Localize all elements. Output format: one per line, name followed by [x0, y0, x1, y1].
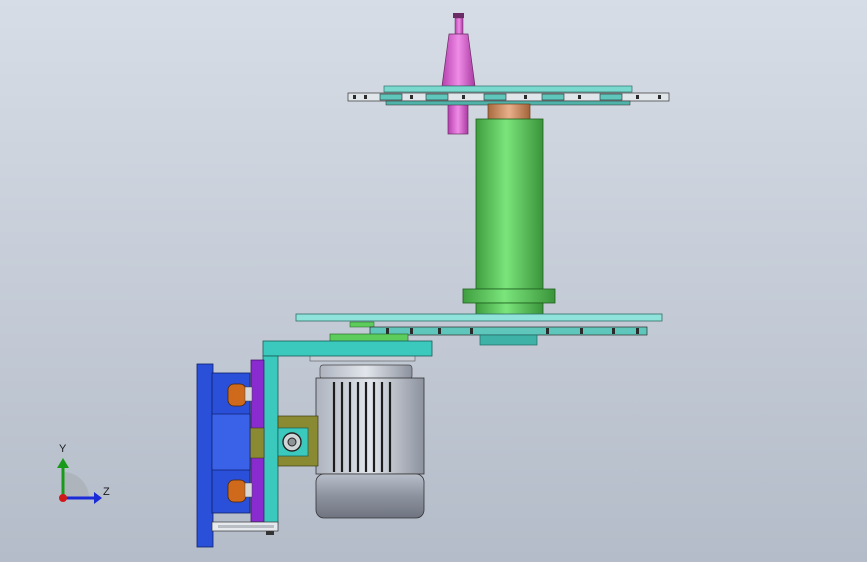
assembly-model[interactable] — [0, 0, 867, 562]
upper-tool-disc[interactable] — [347, 85, 670, 106]
cad-viewport[interactable]: Y Z — [0, 0, 867, 562]
z-axis-label: Z — [103, 486, 110, 498]
coupling[interactable] — [277, 415, 319, 467]
tool-holder[interactable] — [441, 13, 476, 135]
y-axis-label: Y — [59, 443, 67, 455]
bronze-bushing[interactable] — [487, 103, 531, 121]
origin-dot — [59, 494, 67, 502]
spindle-column[interactable] — [462, 118, 556, 316]
bottom-bracket[interactable] — [211, 521, 279, 535]
motor[interactable] — [315, 364, 425, 519]
orientation-triad — [57, 458, 102, 504]
